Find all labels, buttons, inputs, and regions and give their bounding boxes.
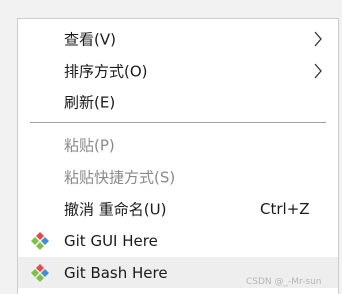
menu-item-refresh-label: 刷新(E) [64, 93, 116, 111]
git-diamond-icon [31, 231, 49, 250]
chevron-right-icon [314, 63, 322, 78]
menu-item-view-label: 查看(V) [64, 30, 116, 48]
menu-item-refresh[interactable]: 刷新(E) [18, 86, 338, 117]
menu-item-paste-shortcut[interactable]: 粘贴快捷方式(S) [18, 161, 338, 192]
watermark-text: CSDN @_-Mr-sun [246, 277, 322, 287]
menu-item-paste-shortcut-label: 粘贴快捷方式(S) [64, 168, 176, 186]
chevron-right-icon [314, 31, 322, 46]
menu-item-git-gui-here[interactable]: Git GUI Here [18, 225, 338, 256]
git-diamond-icon [31, 263, 49, 282]
menu-item-sort-by-label: 排序方式(O) [64, 62, 148, 80]
menu-item-view[interactable]: 查看(V) [18, 23, 338, 54]
menu-item-sort-by[interactable]: 排序方式(O) [18, 55, 338, 86]
menu-item-git-bash-here-label: Git Bash Here [64, 263, 168, 282]
menu-item-undo-rename-label: 撤消 重命名(U) [64, 200, 167, 218]
menu-item-paste-label: 粘贴(P) [64, 136, 115, 154]
menu-separator [30, 122, 326, 123]
context-menu: 查看(V) 排序方式(O) 刷新(E) 粘贴(P) 粘贴快捷方式(S) 撤消 重… [17, 18, 339, 294]
undo-shortcut-text: Ctrl+Z [260, 199, 310, 218]
menu-item-git-gui-here-label: Git GUI Here [64, 231, 158, 250]
menu-item-paste[interactable]: 粘贴(P) [18, 129, 338, 160]
menu-item-undo-rename[interactable]: 撤消 重命名(U) Ctrl+Z [18, 193, 338, 224]
